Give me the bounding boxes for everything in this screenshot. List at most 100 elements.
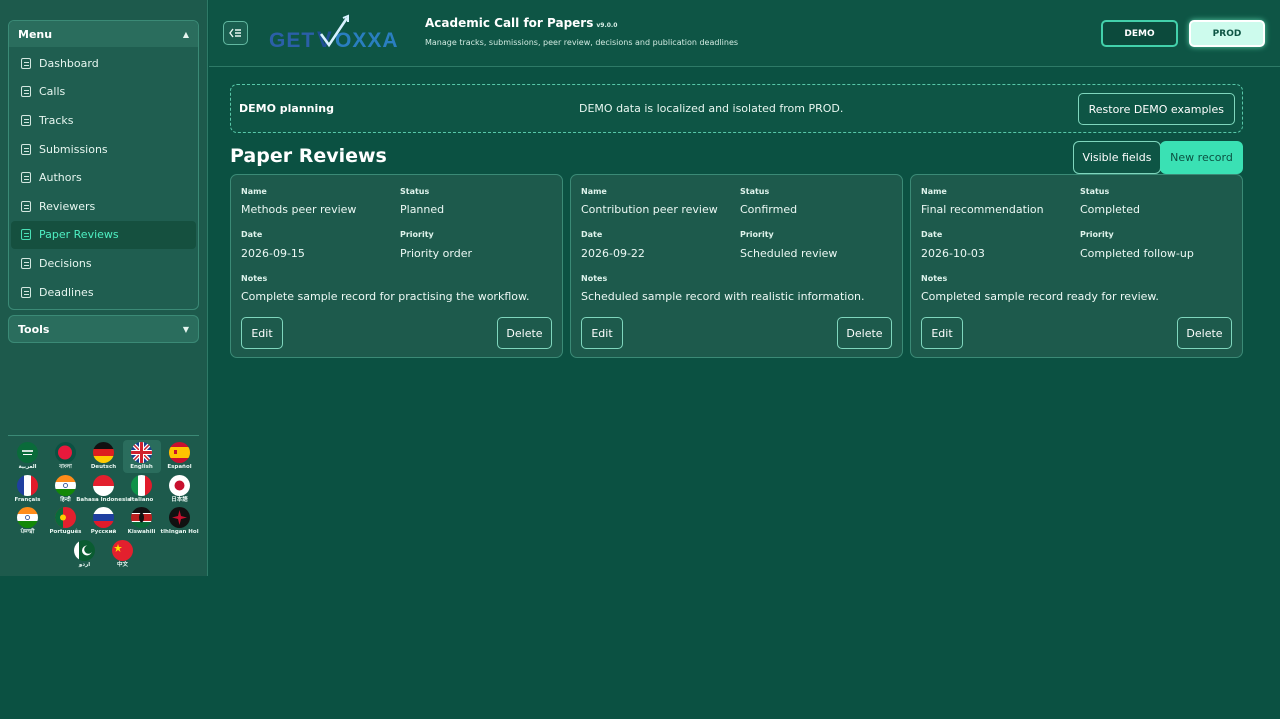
edit-button[interactable]: Edit [921,317,963,349]
japan-flag-icon [169,474,190,496]
language-fr[interactable]: Français [9,473,47,506]
name-label: Name [241,187,267,196]
sidebar-item-dashboard[interactable]: Dashboard [11,49,196,78]
language-label: اردو [78,561,91,568]
language-pa[interactable]: ਪੰਜਾਬੀ [9,505,47,538]
record-card: Name Methods peer review Status Planned … [230,174,563,358]
sidebar-item-decisions[interactable]: Decisions [11,249,196,278]
restore-demo-button[interactable]: Restore DEMO examples [1077,93,1235,125]
language-label: العربية [18,464,37,470]
collapse-icon [229,28,241,38]
status-value: Completed [1080,203,1140,216]
china-flag-icon [112,539,133,561]
name-label: Name [581,187,607,196]
demo-env-button[interactable]: DEMO [1101,20,1178,47]
russia-flag-icon [93,507,114,528]
prod-env-button[interactable]: PROD [1189,20,1265,47]
delete-button[interactable]: Delete [837,317,892,349]
document-icon [21,172,31,184]
italy-flag-icon [131,474,152,496]
sidebar-item-label: Tracks [39,113,74,127]
divider [8,435,199,436]
saudi-flag-icon [17,442,38,463]
india-flag-icon [17,507,38,528]
name-label: Name [921,187,947,196]
spain-flag-icon [169,442,190,463]
delete-button[interactable]: Delete [497,317,552,349]
svg-text:OXXA: OXXA [335,29,399,52]
language-label: हिन्दी [60,496,71,503]
language-en[interactable]: English [122,440,161,473]
language-id[interactable]: Bahasa Indonesia [76,473,131,506]
language-label: বাংলা [59,464,72,470]
app-version: v9.0.0 [596,22,618,29]
notes-label: Notes [241,274,268,283]
language-sw[interactable]: Kiswahili [123,505,161,538]
language-picker: العربية বাংলা Deutsch English Español Fr… [8,440,199,570]
germany-flag-icon [93,442,114,463]
sidebar-item-tracks[interactable]: Tracks [11,106,196,135]
sidebar: Menu ▲ Dashboard Calls Tracks Submission… [0,0,208,576]
caret-down-icon: ▼ [182,324,189,334]
priority-label: Priority [1080,230,1114,239]
sidebar-item-paper-reviews[interactable]: Paper Reviews [11,220,196,250]
language-label: ਪੰਜਾਬੀ [20,529,35,535]
language-label: Español [167,464,192,470]
language-ur[interactable]: اردو [66,538,104,571]
demo-banner: DEMO planning DEMO data is localized and… [230,84,1243,133]
caret-up-icon: ▲ [182,29,189,39]
tools-title: Tools [18,322,50,336]
collapse-sidebar-button[interactable] [223,21,248,45]
sidebar-item-submissions[interactable]: Submissions [11,135,196,164]
date-label: Date [921,230,943,239]
language-ja[interactable]: 日本語 [161,473,199,506]
status-value: Planned [400,203,445,216]
top-header: GET V OXXA Academic Call for Papers v9.0.… [209,0,1280,67]
banner-message: DEMO data is localized and isolated from… [579,102,844,115]
new-record-button[interactable]: New record [1160,141,1243,174]
sidebar-item-label: Calls [39,85,66,99]
menu-toggle[interactable]: Menu ▲ [9,21,198,47]
sidebar-item-authors[interactable]: Authors [11,163,196,192]
document-icon [21,257,31,269]
language-label: 日本語 [171,496,188,503]
india-flag-icon [55,474,76,496]
language-label: tlhIngan Hol [160,529,199,535]
tools-toggle[interactable]: Tools ▼ [8,315,199,343]
date-label: Date [241,230,263,239]
language-label: Italiano [129,496,154,503]
edit-button[interactable]: Edit [241,317,283,349]
delete-button[interactable]: Delete [1177,317,1232,349]
status-value: Confirmed [740,203,798,216]
status-label: Status [400,187,430,196]
klingon-emblem-icon [169,507,190,528]
document-icon [21,143,31,155]
language-it[interactable]: Italiano [123,473,161,506]
language-de[interactable]: Deutsch [85,440,123,473]
sidebar-item-reviewers[interactable]: Reviewers [11,192,196,221]
language-zh[interactable]: 中文 [104,538,142,571]
notes-label: Notes [581,274,608,283]
sidebar-item-calls[interactable]: Calls [11,78,196,107]
priority-value: Completed follow-up [1080,247,1194,260]
sidebar-item-label: Reviewers [39,199,96,213]
language-tlh[interactable]: tlhIngan Hol [160,505,199,538]
language-es[interactable]: Español [161,440,199,473]
app-title-text: Academic Call for Papers [425,16,594,30]
document-icon [21,114,31,126]
language-bn[interactable]: বাংলা [47,440,85,473]
language-ru[interactable]: Русский [85,505,123,538]
name-value: Methods peer review [241,203,357,216]
language-ar[interactable]: العربية [9,440,47,473]
language-label: Русский [90,529,117,535]
sidebar-item-label: Dashboard [39,56,99,70]
kenya-flag-icon [131,507,152,528]
date-value: 2026-09-22 [581,247,645,260]
visible-fields-button[interactable]: Visible fields [1073,141,1161,174]
portugal-flag-icon [55,507,76,528]
language-pt[interactable]: Português [47,505,85,538]
priority-label: Priority [400,230,434,239]
name-value: Final recommendation [921,203,1044,216]
edit-button[interactable]: Edit [581,317,623,349]
sidebar-item-deadlines[interactable]: Deadlines [11,278,196,307]
